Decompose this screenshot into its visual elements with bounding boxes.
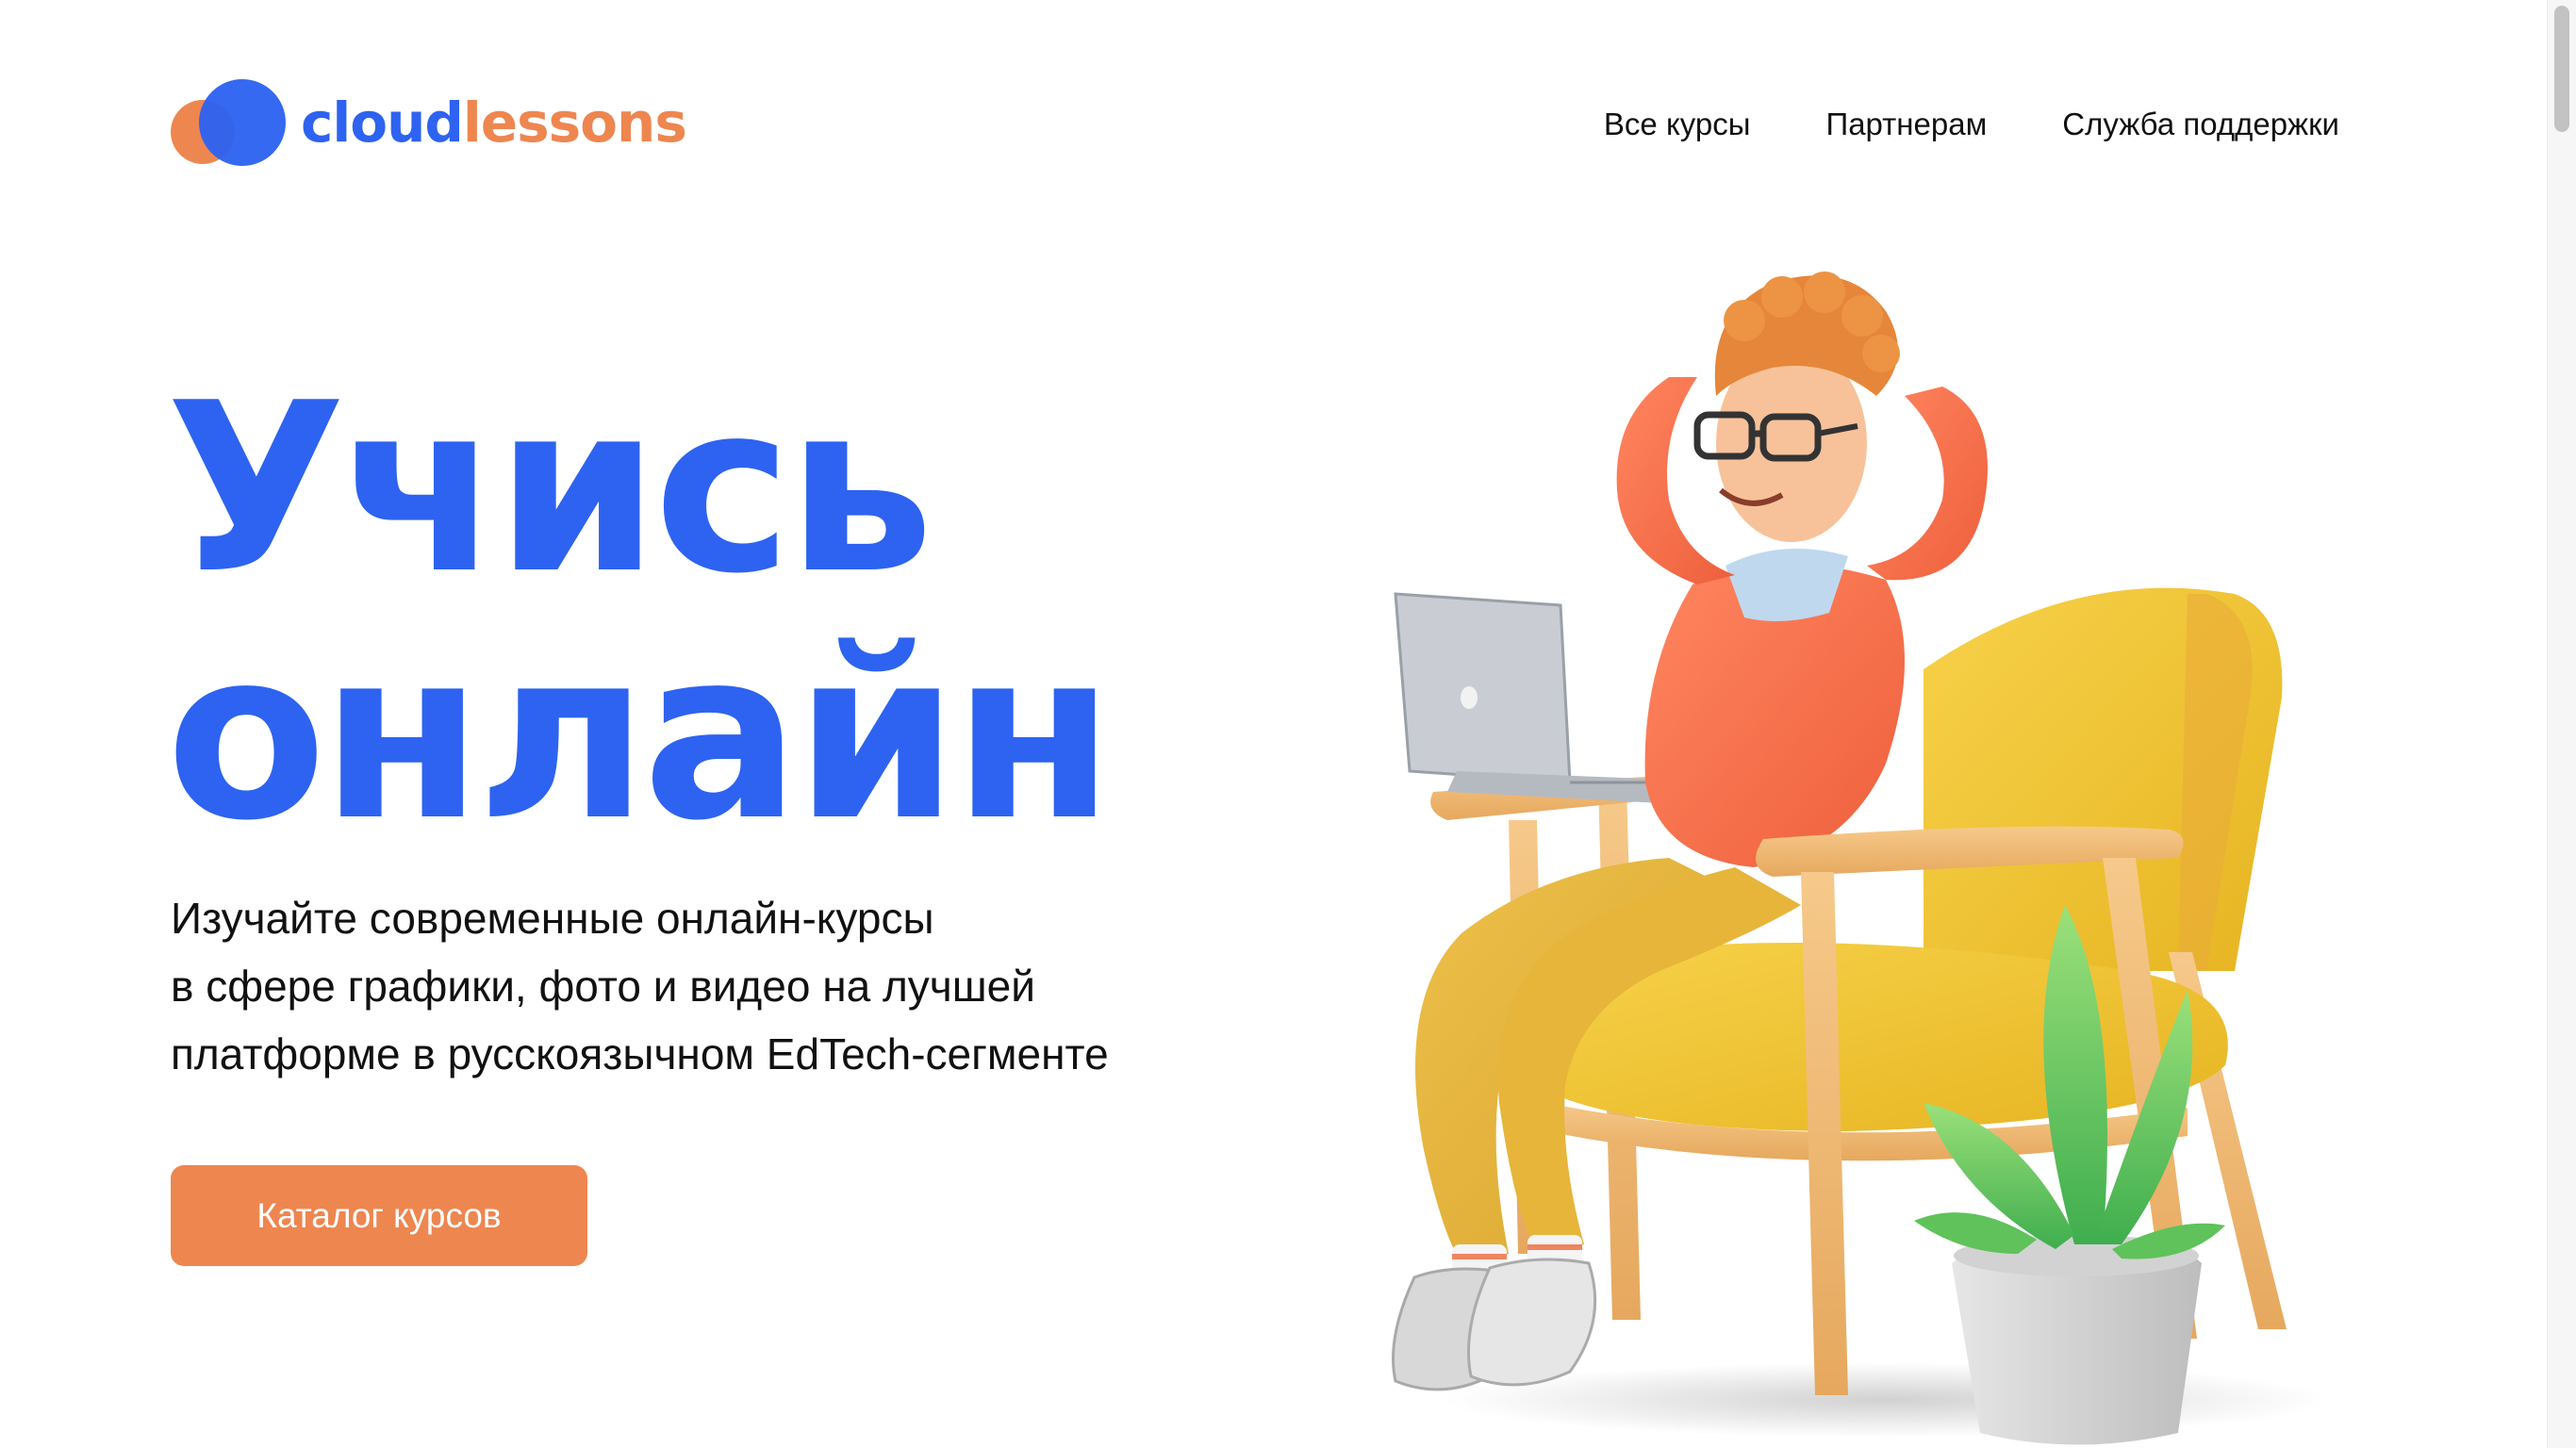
nav-support[interactable]: Служба поддержки (2062, 102, 2339, 147)
landing-page: cloudlessons Все курсы Партнерам Служба … (0, 0, 2576, 1448)
logo-wordmark: cloudlessons (301, 95, 687, 150)
floor-shadow (1443, 1362, 2329, 1438)
right-shoe (1467, 1258, 1597, 1387)
hero-title: Учись онлайн (166, 354, 1115, 872)
scrollbar-thumb[interactable] (2554, 6, 2569, 132)
catalog-button[interactable]: Каталог курсов (171, 1165, 587, 1266)
hero-subtitle-line-1: Изучайте современные онлайн-курсы (171, 894, 934, 943)
hero-title-line-2: онлайн (166, 601, 1115, 872)
logo-icon (171, 79, 286, 166)
left-arm (1616, 377, 1735, 584)
nav-partners[interactable]: Партнерам (1825, 102, 1987, 147)
logo-link[interactable]: cloudlessons (171, 79, 687, 166)
shirt-collar (1726, 549, 1848, 621)
right-arm (1867, 387, 1988, 581)
main-nav: Все курсы Партнерам Служба поддержки (1604, 102, 2339, 147)
page-scrollbar[interactable] (2547, 0, 2576, 1448)
hero-subtitle-line-3: платформе в русскоязычном EdTech-сегмент… (171, 1029, 1109, 1078)
hero-subtitle: Изучайте современные онлайн-курсы в сфер… (171, 884, 1109, 1088)
logo-word-lessons: lessons (462, 90, 687, 155)
logo-word-cloud: cloud (301, 90, 464, 155)
nav-all-courses[interactable]: Все курсы (1604, 102, 1751, 147)
hero-title-line-1: Учись (166, 354, 934, 625)
logo-circle-blue (199, 79, 286, 166)
man-in-armchair-illustration (1392, 272, 2329, 1445)
hero-subtitle-line-2: в сфере графики, фото и видео на лучшей (171, 962, 1035, 1011)
